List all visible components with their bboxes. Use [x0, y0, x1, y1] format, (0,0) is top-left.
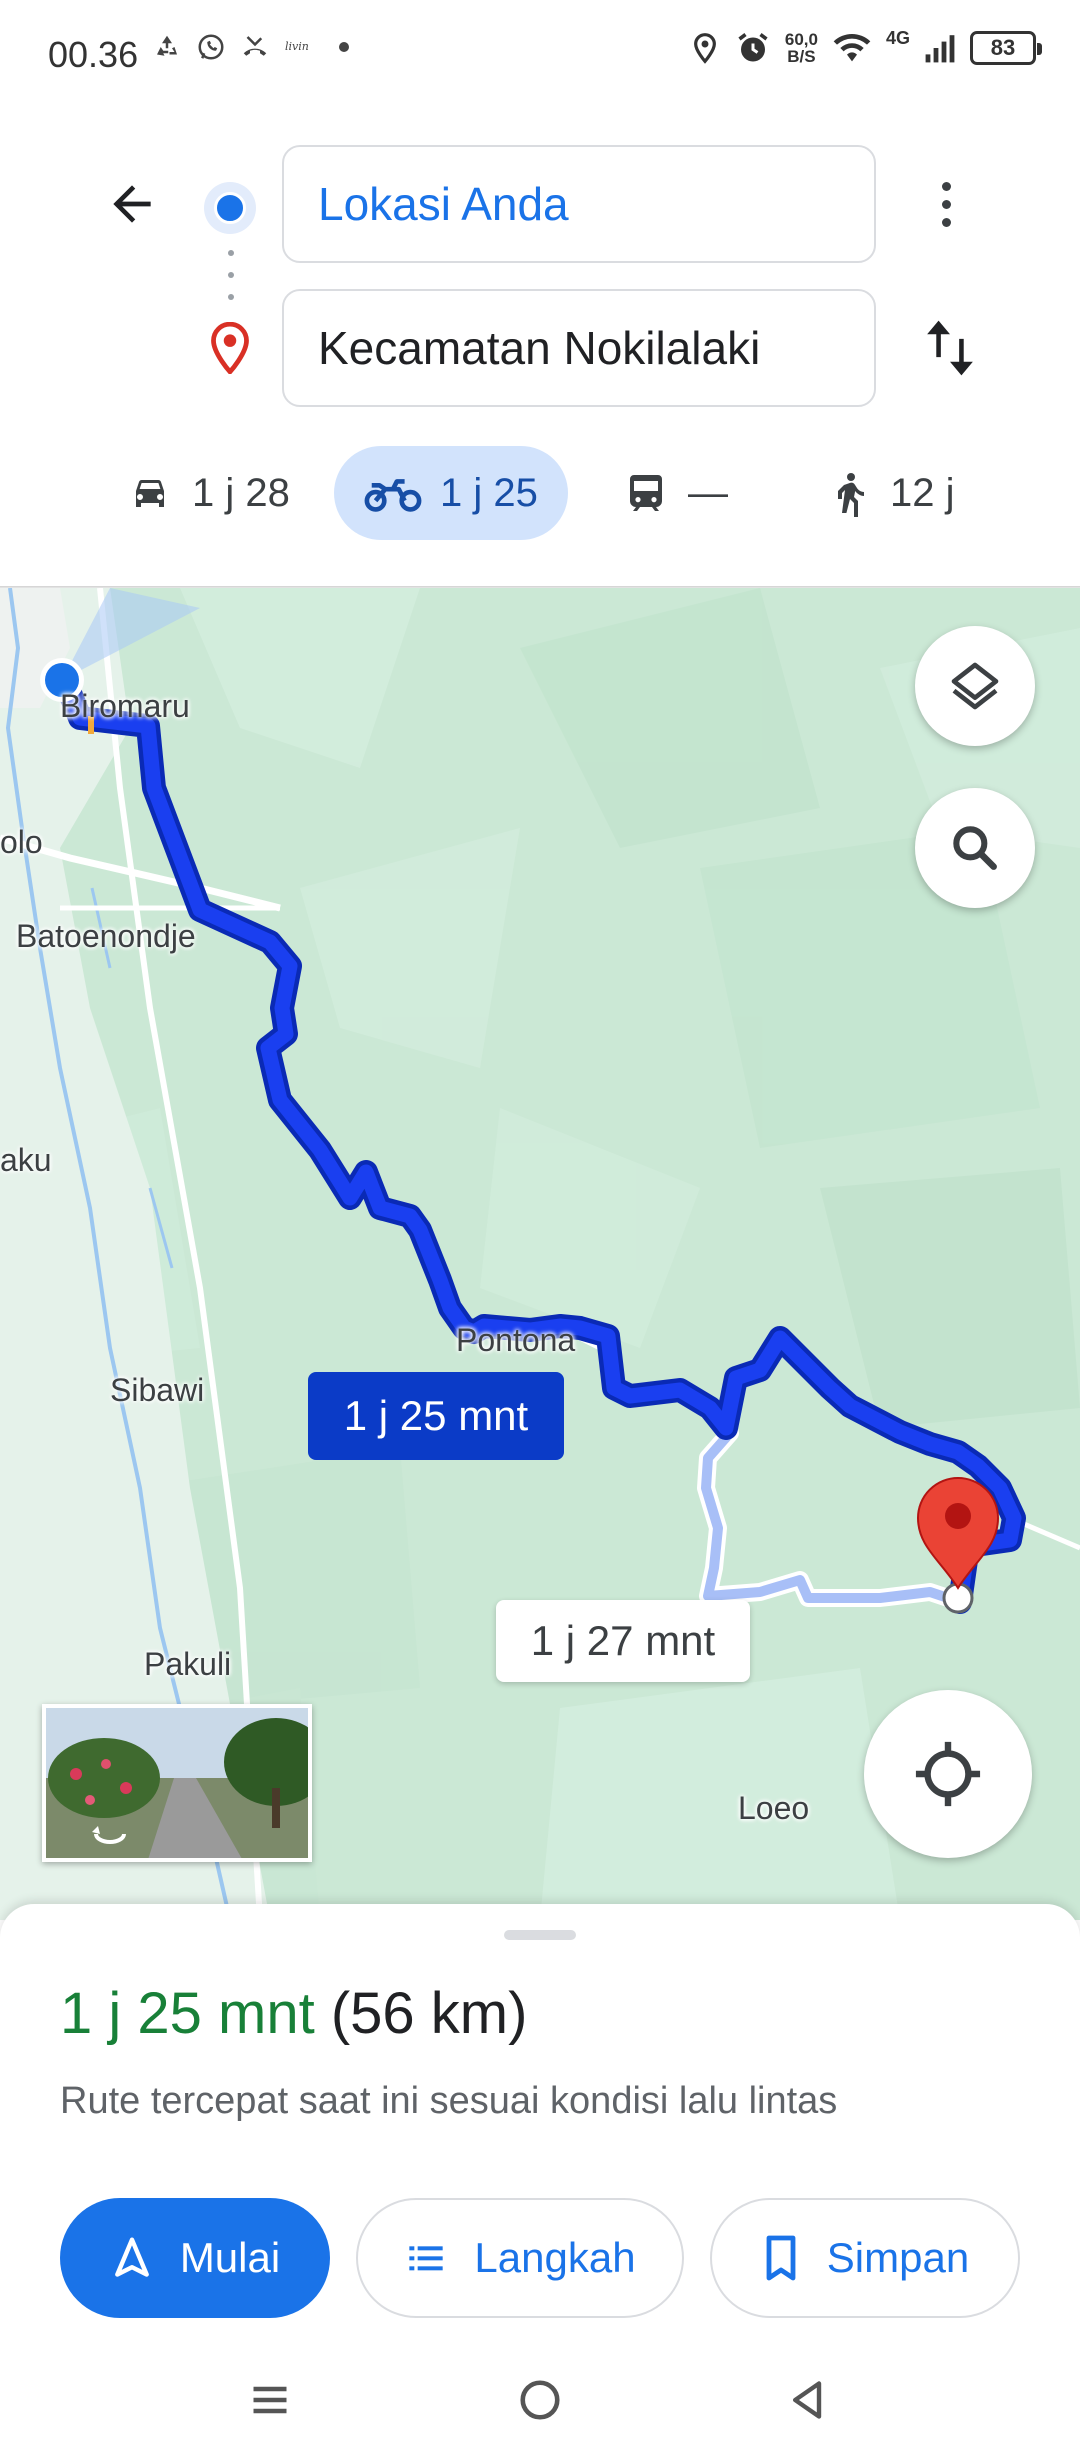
more-options-button[interactable]	[916, 168, 976, 240]
map-label: Pakuli	[144, 1646, 232, 1682]
wifi-icon	[833, 34, 871, 62]
signal-icon	[925, 35, 955, 63]
battery-level: 83	[990, 35, 1016, 60]
maps-directions-screen: 00.36 livin 60,0 B/S 4G 83 Lokasi Anda K…	[0, 0, 1080, 2460]
my-location-button[interactable]	[864, 1690, 1032, 1858]
mode-transit-value: —	[688, 470, 728, 515]
bookmark-icon	[766, 2235, 796, 2281]
gps-crosshair-icon	[915, 1741, 981, 1807]
network-speed: 60,0 B/S	[785, 31, 818, 65]
mode-motorcycle-value: 1 j 25	[440, 470, 538, 515]
nav-menu-button[interactable]	[240, 2370, 300, 2430]
origin-field[interactable]: Lokasi Anda	[282, 145, 876, 263]
nav-back-button[interactable]	[778, 2370, 838, 2430]
layers-icon	[951, 662, 999, 710]
layers-button[interactable]	[915, 626, 1035, 746]
back-triangle-icon	[792, 2381, 822, 2419]
train-icon	[630, 475, 662, 511]
steps-button[interactable]: Langkah	[356, 2198, 684, 2318]
whatsapp-icon	[198, 34, 224, 60]
mode-walk-value: 12 j	[890, 470, 955, 515]
primary-route-time-label[interactable]: 1 j 25 mnt	[308, 1372, 564, 1460]
notification-icons: livin	[152, 32, 352, 62]
sheet-drag-handle[interactable]	[504, 1930, 576, 1940]
map-label: olo	[0, 824, 43, 860]
navigation-arrow-icon	[114, 2237, 149, 2277]
car-icon	[136, 479, 164, 507]
speed-value: 60,0	[784, 30, 818, 49]
motorcycle-icon	[364, 479, 422, 512]
map-label: Batoenondje	[16, 918, 196, 954]
swap-locations-button[interactable]	[916, 312, 984, 384]
route-connector	[228, 250, 234, 300]
map-label: Biromaru	[60, 688, 190, 724]
svg-text:livin: livin	[285, 40, 309, 53]
back-button[interactable]	[92, 168, 172, 240]
origin-marker-icon	[204, 182, 256, 234]
mode-tab-motorcycle[interactable]: 1 j 25	[334, 446, 568, 540]
alternate-route-time-label[interactable]: 1 j 27 mnt	[496, 1600, 750, 1682]
start-label: Mulai	[179, 2234, 281, 2281]
nav-home-button[interactable]	[510, 2370, 570, 2430]
map-label: aku	[0, 1142, 52, 1178]
walk-icon	[838, 473, 864, 517]
street-view-thumbnail[interactable]	[42, 1704, 312, 1862]
arrow-back-icon	[113, 185, 151, 223]
swap-vert-icon	[927, 320, 973, 376]
menu-icon	[253, 2386, 287, 2414]
mode-tab-walk[interactable]: 12 j	[824, 446, 955, 540]
missed-call-icon	[243, 36, 267, 56]
destination-pin-icon	[208, 321, 252, 379]
route-summary: 1 j 25 mnt (56 km)	[60, 1980, 527, 2047]
mode-tab-transit[interactable]: —	[622, 446, 728, 540]
status-time: 00.36	[48, 34, 139, 75]
route-distance: (56 km)	[330, 1981, 528, 2046]
street-view-image	[46, 1708, 308, 1858]
speed-unit: B/S	[787, 47, 816, 66]
route-description: Rute tercepat saat ini sesuai kondisi la…	[60, 2080, 838, 2122]
home-circle-icon	[520, 2380, 560, 2420]
start-navigation-button[interactable]: Mulai	[60, 2198, 330, 2318]
network-type: 4G	[885, 27, 910, 48]
status-bar: 00.36 livin 60,0 B/S 4G 83	[0, 0, 1080, 110]
alarm-icon	[738, 33, 768, 62]
map-label: Sibawi	[110, 1372, 205, 1408]
list-icon	[409, 2246, 444, 2271]
search-icon	[953, 826, 997, 870]
map-search-button[interactable]	[915, 788, 1035, 908]
save-route-button[interactable]: Simpan	[710, 2198, 1020, 2318]
map-label: Loeo	[738, 1790, 810, 1826]
save-label: Simpan	[826, 2234, 970, 2281]
app-notification-icon: livin	[285, 40, 309, 53]
destination-field[interactable]: Kecamatan Nokilalaki	[282, 289, 876, 407]
steps-label: Langkah	[474, 2234, 636, 2281]
map-label: Pontona	[456, 1322, 576, 1358]
route-duration: 1 j 25 mnt	[60, 1981, 315, 2046]
mode-car-value: 1 j 28	[192, 470, 290, 515]
dot-icon	[339, 42, 349, 52]
system-nav-bar	[0, 2340, 1080, 2460]
status-right-icons: 60,0 B/S 4G 83	[689, 27, 1042, 66]
map-view[interactable]: Biromaru olo Batoenondje aku Pontona Sib…	[0, 588, 1080, 1920]
mode-tab-car[interactable]: 1 j 28	[126, 446, 290, 540]
recycle-icon	[157, 35, 177, 56]
battery-indicator: 83	[970, 31, 1042, 65]
location-icon	[693, 33, 716, 64]
